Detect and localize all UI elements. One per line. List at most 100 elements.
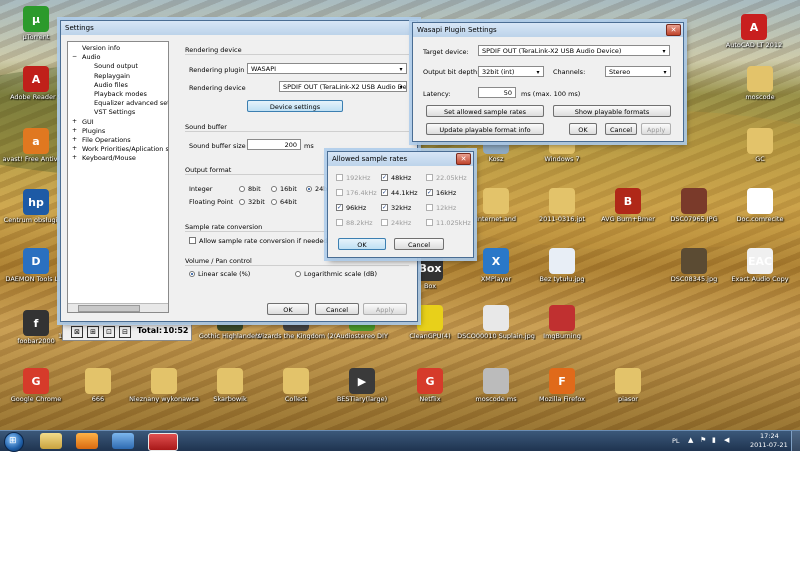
desktop-icon-label: piasor bbox=[618, 395, 638, 403]
desktop-icon[interactable]: ImgBurning bbox=[522, 305, 602, 340]
shield-icon[interactable] bbox=[112, 433, 134, 449]
sample-rate-checkbox[interactable]: ✓ bbox=[336, 204, 343, 211]
sample-rates-titlebar[interactable]: Allowed sample rates ✕ bbox=[328, 152, 473, 166]
tray-arrow-icon[interactable]: ▲ bbox=[688, 436, 693, 444]
foobar-button-icon[interactable]: ⊡ bbox=[103, 326, 115, 338]
device-settings-button[interactable]: Device settings bbox=[247, 100, 343, 112]
tree-item[interactable]: Audio files bbox=[94, 81, 128, 89]
sample-rate-checkbox[interactable] bbox=[426, 174, 433, 181]
sample-rate-checkbox[interactable]: ✓ bbox=[381, 204, 388, 211]
media-player-icon[interactable] bbox=[76, 433, 98, 449]
rendering-device-select[interactable]: SPDIF OUT (TeraLink-X2 USB Audio Device)… bbox=[279, 81, 407, 92]
sample-rate-checkbox[interactable] bbox=[381, 219, 388, 226]
sample-rate-checkbox[interactable] bbox=[426, 204, 433, 211]
sound-buffer-input[interactable]: 200 bbox=[247, 139, 301, 150]
show-desktop-button[interactable] bbox=[791, 431, 800, 451]
desktop-icon[interactable]: moscode bbox=[720, 66, 800, 101]
latency-input[interactable]: 50 bbox=[478, 87, 516, 98]
explorer-icon[interactable] bbox=[40, 433, 62, 449]
network-icon[interactable]: ▮ bbox=[712, 436, 716, 444]
tree-expander-icon[interactable]: + bbox=[72, 136, 77, 143]
tree-expander-icon[interactable]: + bbox=[72, 127, 77, 134]
desktop-icon-label: Windows 7 bbox=[544, 155, 580, 163]
foobar-taskbar-icon[interactable] bbox=[148, 433, 178, 451]
sample-rate-checkbox[interactable] bbox=[336, 219, 343, 226]
tree-item[interactable]: Equalizer advanced settings bbox=[94, 99, 168, 107]
tree-expander-icon[interactable]: + bbox=[72, 154, 77, 161]
tree-item[interactable]: GUI bbox=[82, 118, 94, 126]
float-32bit-radio[interactable] bbox=[239, 199, 245, 205]
settings-cancel-button[interactable]: Cancel bbox=[315, 303, 359, 315]
wasapi-titlebar[interactable]: Wasapi Plugin Settings ✕ bbox=[413, 23, 683, 37]
desktop-icon[interactable]: EAC Exact Audio Copy bbox=[720, 248, 800, 283]
foobar-button-icon[interactable]: ⊞ bbox=[87, 326, 99, 338]
tree-item[interactable]: Replaygain bbox=[94, 72, 130, 80]
app-icon: G bbox=[23, 368, 49, 394]
linear-scale-radio[interactable] bbox=[189, 271, 195, 277]
tree-item[interactable]: Playback modes bbox=[94, 90, 147, 98]
tree-item[interactable]: Audio bbox=[82, 53, 100, 61]
show-formats-button[interactable]: Show playable formats bbox=[553, 105, 671, 117]
target-device-value: SPDIF OUT (TeraLink-X2 USB Audio Device) bbox=[482, 47, 622, 55]
tree-item[interactable]: Work Priorities/Aplication settings bbox=[82, 145, 168, 153]
sample-rate-checkbox[interactable] bbox=[336, 189, 343, 196]
bit-depth-select[interactable]: 32bit (int) ▾ bbox=[478, 66, 544, 77]
tree-item[interactable]: Keyboard/Mouse bbox=[82, 154, 136, 162]
tree-item[interactable]: Plugins bbox=[82, 127, 105, 135]
src-checkbox[interactable] bbox=[189, 237, 196, 244]
foobar-button-icon[interactable]: ⊠ bbox=[71, 326, 83, 338]
integer-8bit-radio[interactable] bbox=[239, 186, 245, 192]
tree-item[interactable]: Version info bbox=[82, 44, 120, 52]
rates-cancel-button[interactable]: Cancel bbox=[394, 238, 444, 250]
tree-scroll-thumb[interactable] bbox=[78, 305, 140, 312]
tree-expander-icon[interactable]: + bbox=[72, 145, 77, 152]
integer-24bit-radio[interactable] bbox=[306, 186, 312, 192]
desktop-icon[interactable]: GC bbox=[720, 128, 800, 163]
tree-item[interactable]: File Operations bbox=[82, 136, 131, 144]
sample-rate-checkbox[interactable]: ✓ bbox=[381, 189, 388, 196]
app-icon: X bbox=[483, 248, 509, 274]
tree-expander-icon[interactable]: + bbox=[72, 118, 77, 125]
tree-item[interactable]: VST Settings bbox=[94, 108, 135, 116]
float-64bit-radio[interactable] bbox=[271, 199, 277, 205]
flag-icon[interactable]: ⚑ bbox=[700, 436, 706, 444]
integer-label: Integer bbox=[189, 185, 213, 193]
clock-time[interactable]: 17:24 bbox=[760, 432, 779, 440]
desktop-icon[interactable]: Doc.comrecite bbox=[720, 188, 800, 223]
update-format-info-button[interactable]: Update playable format info bbox=[426, 123, 544, 135]
rates-ok-button[interactable]: OK bbox=[338, 238, 386, 250]
sample-rate-checkbox[interactable]: ✓ bbox=[426, 189, 433, 196]
sample-rate-checkbox[interactable] bbox=[426, 219, 433, 226]
desktop-icon[interactable]: A AutoCAD LT 2012 bbox=[714, 14, 794, 49]
settings-ok-button[interactable]: OK bbox=[267, 303, 309, 315]
wasapi-apply-button[interactable]: Apply bbox=[641, 123, 671, 135]
settings-apply-button[interactable]: Apply bbox=[363, 303, 407, 315]
clock-date[interactable]: 2011-07-21 bbox=[750, 441, 788, 449]
settings-titlebar[interactable]: Settings bbox=[61, 21, 417, 35]
channels-select[interactable]: Stereo ▾ bbox=[605, 66, 671, 77]
desktop-icon[interactable]: piasor bbox=[588, 368, 668, 403]
app-icon bbox=[747, 188, 773, 214]
target-device-select[interactable]: SPDIF OUT (TeraLink-X2 USB Audio Device)… bbox=[478, 45, 670, 56]
sample-rate-checkbox[interactable]: ✓ bbox=[381, 174, 388, 181]
set-sample-rates-button[interactable]: Set allowed sample rates bbox=[426, 105, 544, 117]
tree-expander-icon[interactable]: − bbox=[72, 53, 77, 60]
app-icon: hp bbox=[23, 189, 49, 215]
app-icon bbox=[283, 368, 309, 394]
close-icon[interactable]: ✕ bbox=[666, 24, 681, 36]
language-indicator[interactable]: PL bbox=[672, 437, 680, 445]
tree-hscrollbar[interactable] bbox=[68, 303, 168, 312]
volume-icon[interactable]: ◀ bbox=[724, 436, 729, 444]
wasapi-cancel-button[interactable]: Cancel bbox=[605, 123, 637, 135]
linear-scale-label: Linear scale (%) bbox=[198, 270, 251, 278]
rendering-plugin-select[interactable]: WASAPI ▾ bbox=[247, 63, 407, 74]
sample-rate-checkbox[interactable] bbox=[336, 174, 343, 181]
desktop-icon[interactable]: Bez tytułu.jpg bbox=[522, 248, 602, 283]
log-scale-radio[interactable] bbox=[295, 271, 301, 277]
foobar-button-icon[interactable]: ⊟ bbox=[119, 326, 131, 338]
close-icon[interactable]: ✕ bbox=[456, 153, 471, 165]
tree-item[interactable]: Sound output bbox=[94, 62, 138, 70]
start-button[interactable]: ⊞ bbox=[4, 432, 24, 452]
integer-16bit-radio[interactable] bbox=[271, 186, 277, 192]
wasapi-ok-button[interactable]: OK bbox=[569, 123, 597, 135]
